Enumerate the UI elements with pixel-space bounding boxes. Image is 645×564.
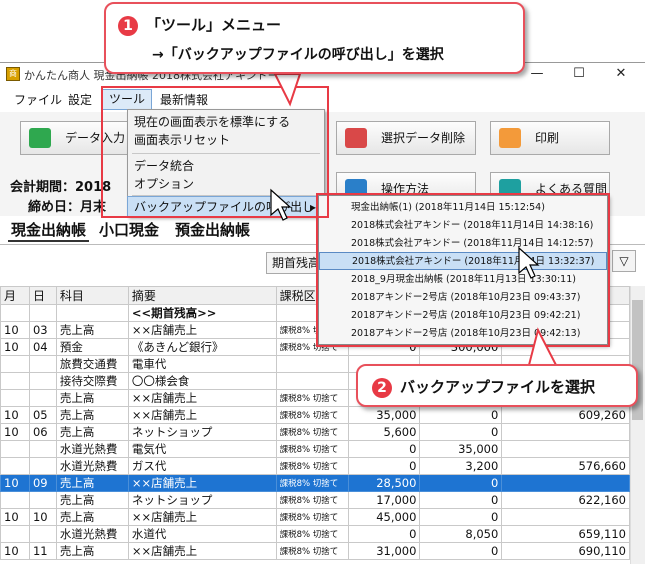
callout-pointer-1 xyxy=(273,73,302,107)
callout-step-1: 1 「ツール」メニュー →「バックアップファイルの呼び出し」を選択 xyxy=(104,2,525,74)
callout-connectors xyxy=(270,73,558,366)
callout-pointer-2 xyxy=(527,327,558,366)
step-number-badge: 2 xyxy=(372,377,392,398)
mouse-cursor-icon xyxy=(270,188,292,221)
mouse-cursor-icon xyxy=(518,246,540,279)
step-number-badge: 1 xyxy=(118,15,138,36)
callout-step-2: 2 バックアップファイルを選択 xyxy=(356,364,638,407)
callout-step-2-text: バックアップファイルを選択 xyxy=(400,378,596,396)
callout-step-1-line2: →「バックアップファイルの呼び出し」を選択 xyxy=(152,47,444,63)
callout-step-1-line1: 「ツール」メニュー xyxy=(146,16,282,34)
